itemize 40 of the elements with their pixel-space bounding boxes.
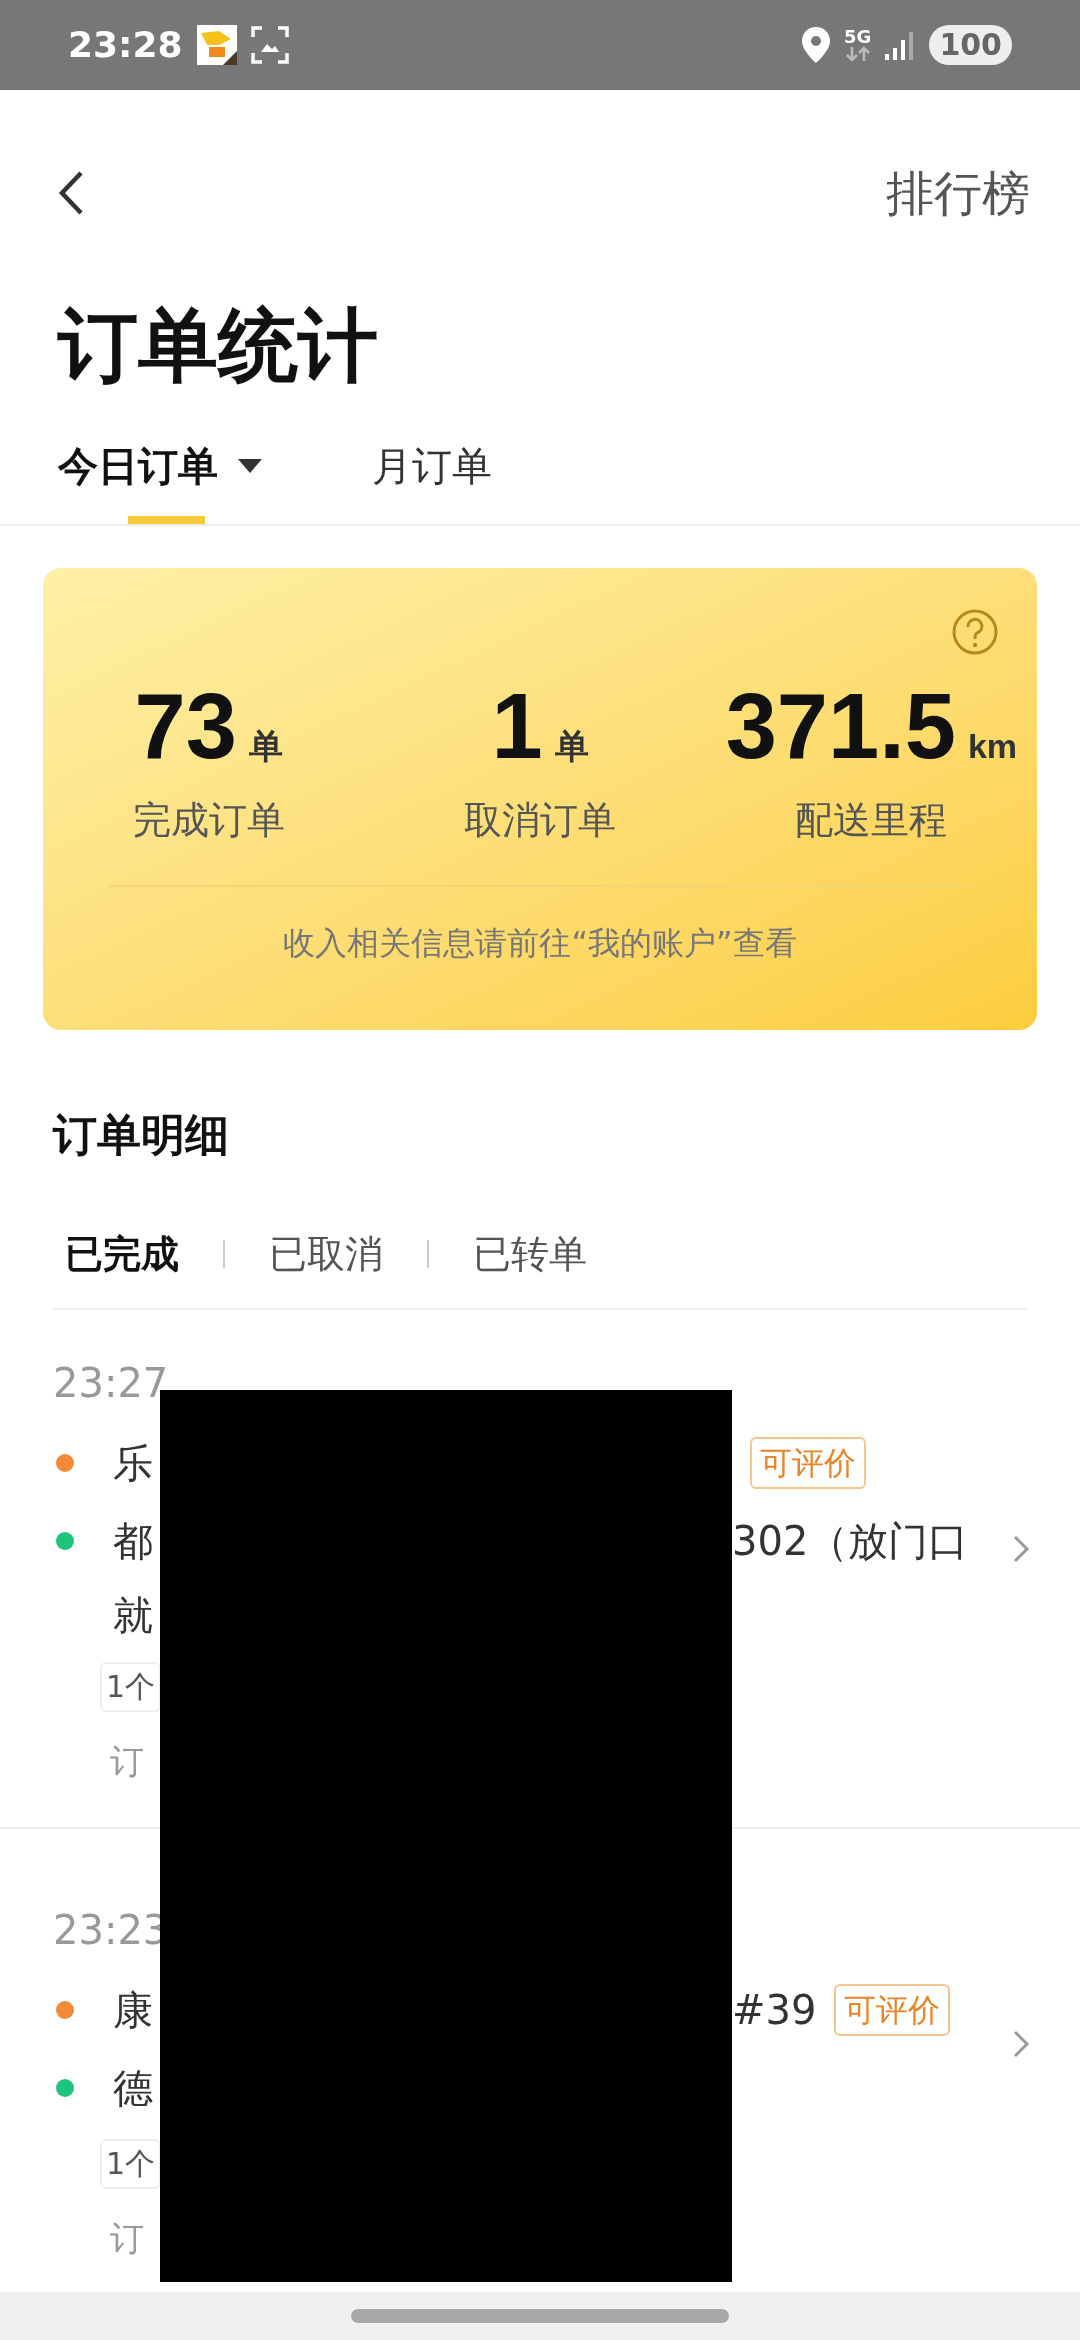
stat-value: 73 <box>134 678 237 774</box>
address-text: 德 <box>113 2064 154 2113</box>
stat-value: 371.5 <box>725 678 956 774</box>
app-notification-icon <box>196 25 237 65</box>
stat-unit: 单 <box>554 726 589 767</box>
order-number-text: 订 <box>110 1740 145 1783</box>
screenshot-icon <box>250 26 289 64</box>
help-icon[interactable] <box>951 608 999 656</box>
stat-unit: 单 <box>248 726 283 767</box>
section-title: 订单明细 <box>51 1108 230 1162</box>
order-time: 23:27 <box>53 1359 170 1408</box>
back-icon[interactable] <box>58 170 84 216</box>
page-title: 订单统计 <box>56 298 379 394</box>
tab[interactable]: 今日订单 <box>58 432 262 524</box>
address-text: #39 <box>732 1986 817 2035</box>
filter-tab[interactable]: 已转单 <box>473 1225 587 1283</box>
order-number-text: 订 <box>110 2217 145 2260</box>
income-note: 收入相关信息请前往“我的账户”查看 <box>282 923 798 964</box>
status-time: 23:28 <box>68 23 183 67</box>
location-icon <box>802 27 831 63</box>
address-text: 都 <box>113 1517 154 1566</box>
data-arrows-icon <box>844 46 871 62</box>
signal-icon <box>885 30 916 60</box>
stat-unit: km <box>967 726 1017 767</box>
chevron-right-icon <box>1012 2029 1030 2059</box>
chevron-right-icon <box>1012 1534 1030 1564</box>
stat-label: 完成订单 <box>132 797 285 844</box>
stat-value: 1 <box>491 678 543 774</box>
address-text: 乐 <box>113 1439 154 1488</box>
network-type: 5G <box>844 28 872 46</box>
tab[interactable]: 月订单 <box>372 432 492 524</box>
stat-label: 配送里程 <box>795 797 948 844</box>
battery-indicator: 100 <box>929 25 1012 65</box>
filter-tab[interactable]: 已取消 <box>269 1225 383 1283</box>
filter-tab[interactable]: 已完成 <box>65 1225 179 1283</box>
stat-label: 取消订单 <box>464 797 616 844</box>
address-text: 康 <box>113 1986 154 2035</box>
address-text: 302（放门口 <box>732 1517 969 1566</box>
address-text: 就 <box>113 1591 153 1640</box>
ranking-link[interactable]: 排行榜 <box>886 157 1030 229</box>
